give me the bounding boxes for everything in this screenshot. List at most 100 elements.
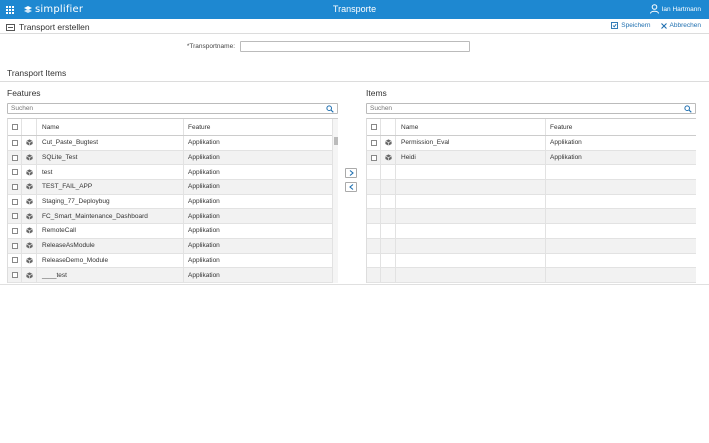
cube-icon: [25, 242, 33, 249]
cube-icon: [384, 154, 392, 161]
row-feature: [546, 268, 696, 282]
column-header-name[interactable]: Name: [37, 119, 184, 135]
row-feature: [546, 165, 696, 179]
row-checkbox-cell: [367, 194, 381, 209]
row-icon-cell: [22, 136, 37, 150]
column-header-feature[interactable]: Feature: [184, 119, 333, 135]
row-checkbox[interactable]: [11, 139, 18, 146]
table-row[interactable]: FC_Smart_Maintenance_Dashboard Applikatio…: [8, 209, 338, 225]
cancel-label: Abbrechen: [669, 22, 701, 29]
row-checkbox[interactable]: [11, 227, 18, 234]
table-row[interactable]: ____test Applikation: [8, 268, 338, 283]
user-icon: [649, 4, 659, 14]
search-icon[interactable]: [326, 105, 334, 113]
table-row[interactable]: test Applikation: [8, 165, 338, 181]
cancel-button[interactable]: Abbrechen: [660, 22, 701, 29]
empty-row: [367, 180, 696, 195]
empty-row: [367, 238, 696, 254]
row-feature: Applikation: [188, 271, 220, 279]
transport-name-input[interactable]: [240, 41, 470, 52]
row-checkbox[interactable]: [11, 169, 18, 176]
column-header-name[interactable]: Name: [396, 119, 546, 135]
table-row[interactable]: Cut_Paste_Bugtest Applikation: [8, 136, 338, 151]
row-name: [396, 268, 546, 282]
row-checkbox[interactable]: [370, 154, 377, 161]
cube-icon: [25, 198, 33, 205]
row-checkbox-cell: [367, 268, 381, 282]
cube-icon: [25, 271, 33, 279]
top-bar: simplifier Transporte Ian Hartmann: [0, 0, 709, 19]
row-name: [396, 209, 546, 224]
cube-icon: [25, 154, 33, 161]
table-row[interactable]: Heidi Applikation: [367, 150, 696, 166]
table-header: Name Feature: [367, 119, 696, 136]
header-checkbox-cell: [8, 119, 22, 135]
row-feature: Applikation: [188, 212, 220, 220]
divider: [0, 284, 709, 285]
empty-row: [367, 253, 696, 269]
empty-row: [367, 209, 696, 225]
table-row[interactable]: RemoteCall Applikation: [8, 224, 338, 239]
search-icon[interactable]: [684, 105, 692, 113]
row-icon-cell: [22, 268, 37, 282]
table-row[interactable]: SQLite_Test Applikation: [8, 150, 338, 166]
user-menu[interactable]: Ian Hartmann: [649, 3, 701, 15]
save-button[interactable]: Speichern: [611, 22, 651, 29]
select-all-checkbox[interactable]: [370, 124, 377, 130]
cube-icon: [384, 139, 392, 146]
row-checkbox[interactable]: [11, 257, 18, 264]
row-feature: Applikation: [188, 139, 220, 147]
row-icon-cell: [22, 150, 37, 165]
items-title: Items: [366, 88, 387, 98]
row-checkbox[interactable]: [11, 272, 18, 279]
row-checkbox[interactable]: [370, 139, 377, 146]
row-checkbox-cell: [8, 136, 22, 150]
table-row[interactable]: ReleaseDemo_Module Applikation: [8, 253, 338, 269]
app-title: Transporte: [332, 4, 377, 14]
row-feature: Applikation: [550, 154, 582, 162]
row-checkbox[interactable]: [11, 242, 18, 249]
move-right-button[interactable]: [345, 168, 357, 178]
save-icon: [611, 22, 619, 29]
row-checkbox[interactable]: [11, 183, 18, 190]
cube-icon: [25, 169, 33, 176]
row-feature: Applikation: [188, 242, 220, 250]
row-checkbox[interactable]: [11, 198, 18, 205]
features-scrollbar[interactable]: [332, 119, 338, 283]
cube-icon: [25, 213, 33, 220]
table-row[interactable]: TEST_FAIL_APP Applikation: [8, 180, 338, 195]
close-icon: [660, 22, 667, 29]
table-row[interactable]: ReleaseAsModule Applikation: [8, 238, 338, 254]
select-all-checkbox[interactable]: [11, 124, 18, 130]
divider: [0, 81, 709, 82]
features-search: [7, 103, 338, 114]
row-checkbox-cell: [8, 150, 22, 165]
row-checkbox[interactable]: [11, 154, 18, 161]
row-checkbox-cell: [8, 224, 22, 238]
header-icon-cell: [22, 119, 37, 135]
move-left-button[interactable]: [345, 182, 357, 192]
row-name: TEST_FAIL_APP: [37, 180, 184, 194]
column-header-feature[interactable]: Feature: [546, 119, 696, 135]
row-name: ReleaseDemo_Module: [37, 253, 184, 268]
table-row[interactable]: Permission_Eval Applikation: [367, 136, 696, 151]
row-checkbox-cell: [367, 209, 381, 224]
row-name: [396, 238, 546, 253]
transport-name-label: *Transportname:: [186, 43, 235, 50]
scrollbar-thumb[interactable]: [334, 137, 338, 145]
row-checkbox-cell: [367, 180, 381, 194]
row-feature: [546, 180, 696, 194]
row-icon-cell: [22, 180, 37, 194]
table-row[interactable]: Staging_77_Deploybug Applikation: [8, 194, 338, 210]
page-title-text: Transport erstellen: [19, 22, 90, 32]
features-rows: Cut_Paste_Bugtest Applikation SQLite_Test A…: [8, 136, 338, 283]
row-name: RemoteCall: [37, 224, 184, 238]
items-search-input[interactable]: [367, 104, 679, 113]
row-checkbox-cell: [8, 268, 22, 282]
row-feature: Applikation: [188, 256, 220, 264]
items-search: [366, 103, 696, 114]
row-checkbox[interactable]: [11, 213, 18, 220]
features-search-input[interactable]: [8, 104, 321, 113]
row-feature: Applikation: [188, 154, 220, 162]
row-icon-cell: [381, 238, 396, 253]
